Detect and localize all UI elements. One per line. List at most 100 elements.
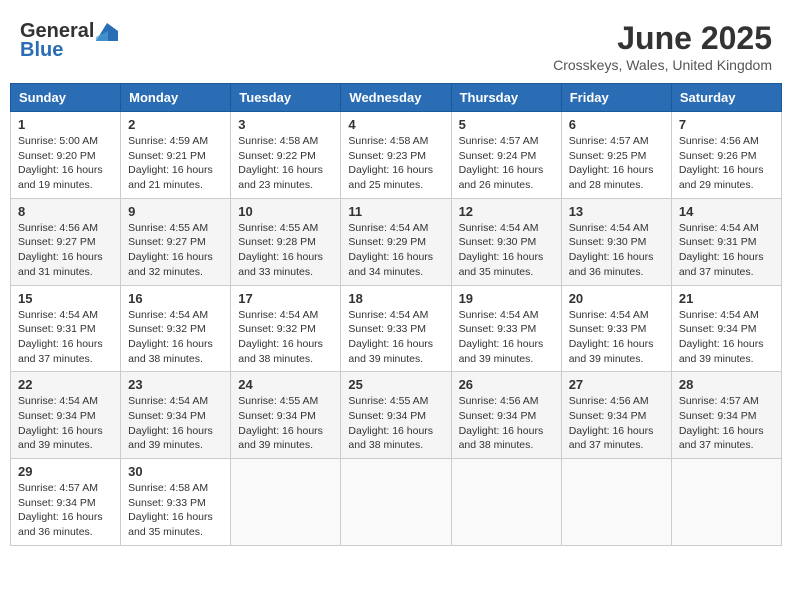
day-number: 22 [18,377,113,392]
day-number: 29 [18,464,113,479]
calendar-cell: 8 Sunrise: 4:56 AMSunset: 9:27 PMDaylight… [11,198,121,285]
calendar-cell: 6 Sunrise: 4:57 AMSunset: 9:25 PMDaylight… [561,112,671,199]
day-info: Sunrise: 4:54 AMSunset: 9:33 PMDaylight:… [569,308,664,367]
day-number: 27 [569,377,664,392]
day-number: 30 [128,464,223,479]
calendar-cell [341,459,451,546]
day-number: 23 [128,377,223,392]
calendar-cell: 19 Sunrise: 4:54 AMSunset: 9:33 PMDayligh… [451,285,561,372]
day-number: 15 [18,291,113,306]
calendar-cell: 28Sunrise: 4:57 AMSunset: 9:34 PMDayligh… [671,372,781,459]
calendar-week-row: 29 Sunrise: 4:57 AMSunset: 9:34 PMDayligh… [11,459,782,546]
day-info: Sunrise: 4:56 AMSunset: 9:34 PMDaylight:… [459,394,554,453]
day-info: Sunrise: 4:58 AMSunset: 9:22 PMDaylight:… [238,134,333,193]
day-info: Sunrise: 4:55 AMSunset: 9:28 PMDaylight:… [238,221,333,280]
day-info: Sunrise: 4:57 AMSunset: 9:34 PMDaylight:… [18,481,113,540]
day-number: 4 [348,117,443,132]
header-saturday: Saturday [671,84,781,112]
day-info: Sunrise: 4:54 AMSunset: 9:31 PMDaylight:… [679,221,774,280]
day-number: 11 [348,204,443,219]
day-info: Sunrise: 4:58 AMSunset: 9:23 PMDaylight:… [348,134,443,193]
day-info: Sunrise: 4:54 AMSunset: 9:34 PMDaylight:… [128,394,223,453]
calendar-cell: 23 Sunrise: 4:54 AMSunset: 9:34 PMDayligh… [121,372,231,459]
header-wednesday: Wednesday [341,84,451,112]
header-thursday: Thursday [451,84,561,112]
calendar-cell: 25Sunrise: 4:55 AMSunset: 9:34 PMDayligh… [341,372,451,459]
calendar-cell [561,459,671,546]
calendar-cell: 24 Sunrise: 4:55 AMSunset: 9:34 PMDayligh… [231,372,341,459]
subtitle: Crosskeys, Wales, United Kingdom [553,57,772,73]
day-number: 8 [18,204,113,219]
calendar-cell: 30 Sunrise: 4:58 AMSunset: 9:33 PMDayligh… [121,459,231,546]
day-info: Sunrise: 4:54 AMSunset: 9:33 PMDaylight:… [348,308,443,367]
day-number: 2 [128,117,223,132]
calendar-cell: 18Sunrise: 4:54 AMSunset: 9:33 PMDayligh… [341,285,451,372]
day-number: 14 [679,204,774,219]
day-info: Sunrise: 4:54 AMSunset: 9:32 PMDaylight:… [238,308,333,367]
calendar-week-row: 15 Sunrise: 4:54 AMSunset: 9:31 PMDayligh… [11,285,782,372]
day-info: Sunrise: 4:54 AMSunset: 9:34 PMDaylight:… [18,394,113,453]
calendar-cell: 14 Sunrise: 4:54 AMSunset: 9:31 PMDayligh… [671,198,781,285]
day-info: Sunrise: 4:57 AMSunset: 9:24 PMDaylight:… [459,134,554,193]
day-number: 25 [348,377,443,392]
calendar-cell [231,459,341,546]
day-info: Sunrise: 4:59 AMSunset: 9:21 PMDaylight:… [128,134,223,193]
day-number: 6 [569,117,664,132]
day-number: 16 [128,291,223,306]
title-area: June 2025 Crosskeys, Wales, United Kingd… [553,20,772,73]
calendar-cell: 22 Sunrise: 4:54 AMSunset: 9:34 PMDayligh… [11,372,121,459]
day-info: Sunrise: 4:55 AMSunset: 9:27 PMDaylight:… [128,221,223,280]
calendar-cell: 26Sunrise: 4:56 AMSunset: 9:34 PMDayligh… [451,372,561,459]
day-number: 19 [459,291,554,306]
day-number: 1 [18,117,113,132]
calendar-cell: 21 Sunrise: 4:54 AMSunset: 9:34 PMDayligh… [671,285,781,372]
logo-blue-text: Blue [20,39,63,62]
day-number: 9 [128,204,223,219]
day-number: 3 [238,117,333,132]
day-number: 5 [459,117,554,132]
logo-icon [96,23,118,41]
header-friday: Friday [561,84,671,112]
day-info: Sunrise: 4:56 AMSunset: 9:26 PMDaylight:… [679,134,774,193]
day-info: Sunrise: 4:54 AMSunset: 9:34 PMDaylight:… [679,308,774,367]
calendar-cell [451,459,561,546]
calendar-header-row: SundayMondayTuesdayWednesdayThursdayFrid… [11,84,782,112]
day-info: Sunrise: 4:54 AMSunset: 9:32 PMDaylight:… [128,308,223,367]
calendar-cell: 4 Sunrise: 4:58 AMSunset: 9:23 PMDaylight… [341,112,451,199]
day-number: 12 [459,204,554,219]
day-info: Sunrise: 4:56 AMSunset: 9:27 PMDaylight:… [18,221,113,280]
day-info: Sunrise: 4:54 AMSunset: 9:31 PMDaylight:… [18,308,113,367]
logo: General Blue [20,20,118,62]
calendar-cell: 3 Sunrise: 4:58 AMSunset: 9:22 PMDaylight… [231,112,341,199]
day-info: Sunrise: 4:57 AMSunset: 9:34 PMDaylight:… [679,394,774,453]
day-info: Sunrise: 4:54 AMSunset: 9:30 PMDaylight:… [459,221,554,280]
day-number: 20 [569,291,664,306]
calendar-cell: 15 Sunrise: 4:54 AMSunset: 9:31 PMDayligh… [11,285,121,372]
calendar-cell: 29 Sunrise: 4:57 AMSunset: 9:34 PMDayligh… [11,459,121,546]
calendar-cell: 20 Sunrise: 4:54 AMSunset: 9:33 PMDayligh… [561,285,671,372]
day-info: Sunrise: 4:57 AMSunset: 9:25 PMDaylight:… [569,134,664,193]
day-number: 10 [238,204,333,219]
day-number: 7 [679,117,774,132]
calendar-cell: 17Sunrise: 4:54 AMSunset: 9:32 PMDayligh… [231,285,341,372]
header-sunday: Sunday [11,84,121,112]
day-info: Sunrise: 4:54 AMSunset: 9:33 PMDaylight:… [459,308,554,367]
day-info: Sunrise: 4:58 AMSunset: 9:33 PMDaylight:… [128,481,223,540]
day-info: Sunrise: 4:55 AMSunset: 9:34 PMDaylight:… [238,394,333,453]
header-tuesday: Tuesday [231,84,341,112]
calendar-cell [671,459,781,546]
day-number: 13 [569,204,664,219]
calendar-table: SundayMondayTuesdayWednesdayThursdayFrid… [10,83,782,546]
calendar-cell: 16 Sunrise: 4:54 AMSunset: 9:32 PMDayligh… [121,285,231,372]
calendar-cell: 5 Sunrise: 4:57 AMSunset: 9:24 PMDaylight… [451,112,561,199]
day-info: Sunrise: 4:54 AMSunset: 9:29 PMDaylight:… [348,221,443,280]
calendar-cell: 10 Sunrise: 4:55 AMSunset: 9:28 PMDayligh… [231,198,341,285]
calendar-cell: 9 Sunrise: 4:55 AMSunset: 9:27 PMDaylight… [121,198,231,285]
calendar-week-row: 22 Sunrise: 4:54 AMSunset: 9:34 PMDayligh… [11,372,782,459]
day-info: Sunrise: 4:56 AMSunset: 9:34 PMDaylight:… [569,394,664,453]
day-number: 21 [679,291,774,306]
main-title: June 2025 [553,20,772,57]
calendar-cell: 13 Sunrise: 4:54 AMSunset: 9:30 PMDayligh… [561,198,671,285]
day-number: 24 [238,377,333,392]
day-info: Sunrise: 4:54 AMSunset: 9:30 PMDaylight:… [569,221,664,280]
